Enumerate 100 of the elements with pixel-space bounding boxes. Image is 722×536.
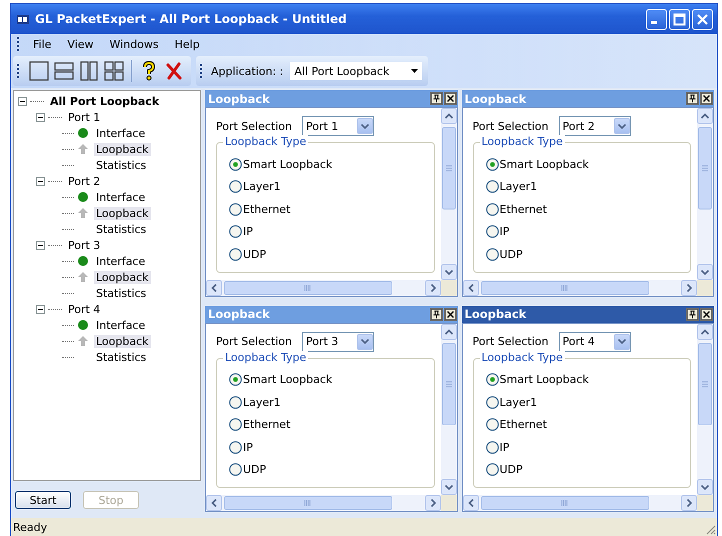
close-button[interactable]	[700, 308, 713, 320]
scroll-thumb[interactable]	[442, 127, 456, 210]
radio-button[interactable]	[486, 463, 498, 476]
radio-button[interactable]	[486, 180, 498, 194]
horizontal-scrollbar[interactable]	[206, 495, 440, 511]
collapse-icon[interactable]	[36, 240, 45, 250]
radio-button[interactable]	[229, 373, 242, 386]
scroll-down-button[interactable]	[697, 264, 713, 280]
collapse-icon[interactable]	[18, 96, 27, 106]
tree-item[interactable]: Interface	[94, 254, 148, 268]
radio-button[interactable]	[229, 418, 242, 432]
tree-item[interactable]: Loopback	[94, 206, 151, 220]
scroll-left-button[interactable]	[462, 495, 478, 511]
application-dropdown[interactable]: All Port Loopback	[290, 62, 422, 80]
scroll-down-button[interactable]	[440, 479, 456, 495]
tree-item[interactable]: Interface	[94, 126, 148, 140]
two-rows-layout-icon[interactable]	[53, 60, 75, 82]
port-dropdown[interactable]: Port 3	[302, 332, 374, 352]
close-button[interactable]	[700, 92, 713, 105]
tree-item[interactable]: All Port Loopback	[48, 94, 162, 108]
radio-button[interactable]	[229, 202, 242, 216]
two-columns-layout-icon[interactable]	[78, 60, 100, 82]
vertical-scrollbar[interactable]	[440, 324, 456, 495]
radio-button[interactable]	[229, 225, 242, 238]
menu-item[interactable]: Help	[166, 38, 208, 50]
scroll-up-button[interactable]	[440, 324, 456, 340]
radio-button[interactable]	[486, 202, 498, 216]
radio-button[interactable]	[229, 463, 242, 476]
single-layout-icon[interactable]	[28, 60, 50, 82]
menu-item[interactable]: View	[59, 38, 102, 50]
tree-item[interactable]: Port 1	[66, 110, 102, 124]
radio-button[interactable]	[229, 248, 242, 261]
tree-item[interactable]: Port 3	[66, 238, 102, 252]
scroll-left-button[interactable]	[206, 495, 222, 511]
tree-item[interactable]: Statistics	[94, 350, 148, 364]
scroll-up-button[interactable]	[440, 108, 456, 124]
collapse-icon[interactable]	[36, 304, 45, 314]
scroll-right-button[interactable]	[681, 280, 697, 296]
vertical-scrollbar[interactable]	[697, 324, 713, 495]
horizontal-scrollbar[interactable]	[206, 280, 440, 296]
horizontal-scrollbar[interactable]	[462, 280, 697, 296]
radio-button[interactable]	[486, 440, 498, 454]
radio-button[interactable]	[229, 158, 242, 171]
radio-button[interactable]	[486, 248, 498, 261]
radio-button[interactable]	[486, 418, 498, 432]
radio-button[interactable]	[229, 396, 242, 409]
scroll-up-button[interactable]	[697, 108, 713, 124]
scroll-right-button[interactable]	[424, 495, 440, 511]
scroll-right-button[interactable]	[681, 495, 697, 511]
vertical-scrollbar[interactable]	[697, 108, 713, 280]
vertical-scrollbar[interactable]	[440, 108, 456, 280]
pin-button[interactable]	[430, 308, 442, 320]
pin-button[interactable]	[686, 92, 699, 105]
scroll-thumb[interactable]	[480, 496, 649, 510]
scroll-thumb[interactable]	[698, 342, 712, 425]
port-dropdown[interactable]: Port 4	[558, 332, 630, 352]
tree-item[interactable]: Loopback	[94, 334, 151, 348]
scroll-up-button[interactable]	[697, 324, 713, 340]
close-button[interactable]	[444, 308, 456, 320]
horizontal-scrollbar[interactable]	[462, 495, 697, 511]
scroll-thumb[interactable]	[224, 280, 392, 294]
menu-item[interactable]: File	[25, 38, 60, 50]
grip-handle[interactable]	[17, 64, 19, 78]
minimize-button[interactable]	[646, 8, 667, 30]
radio-button[interactable]	[486, 373, 498, 386]
tree-item[interactable]: Port 4	[66, 302, 102, 316]
scroll-left-button[interactable]	[206, 280, 222, 296]
tree-item[interactable]: Loopback	[94, 270, 151, 284]
port-dropdown[interactable]: Port 1	[302, 116, 374, 136]
pin-button[interactable]	[430, 92, 442, 105]
start-button[interactable]: Start	[15, 491, 71, 509]
tree-item[interactable]: Port 2	[66, 174, 102, 188]
radio-button[interactable]	[486, 225, 498, 238]
tree-item[interactable]: Statistics	[94, 158, 148, 172]
radio-button[interactable]	[486, 158, 498, 171]
tree-item[interactable]: Statistics	[94, 222, 148, 236]
maximize-button[interactable]	[669, 8, 690, 30]
scroll-thumb[interactable]	[480, 280, 649, 294]
collapse-icon[interactable]	[36, 112, 45, 122]
close-button[interactable]	[444, 92, 456, 105]
radio-button[interactable]	[229, 440, 242, 454]
scroll-thumb[interactable]	[442, 342, 456, 425]
radio-button[interactable]	[486, 396, 498, 409]
menu-item[interactable]: Windows	[102, 38, 167, 50]
tree-item[interactable]: Statistics	[94, 286, 148, 300]
collapse-icon[interactable]	[36, 176, 45, 186]
tree-item[interactable]: Interface	[94, 318, 148, 332]
pin-button[interactable]	[686, 308, 699, 320]
scroll-thumb[interactable]	[224, 496, 392, 510]
scroll-down-button[interactable]	[440, 264, 456, 280]
tree-item[interactable]: Loopback	[94, 142, 151, 156]
grid-layout-icon[interactable]	[103, 60, 125, 82]
scroll-left-button[interactable]	[462, 280, 478, 296]
resize-grip-icon[interactable]	[704, 523, 716, 535]
port-dropdown[interactable]: Port 2	[558, 116, 630, 136]
radio-button[interactable]	[229, 180, 242, 194]
tree-item[interactable]: Interface	[94, 190, 148, 204]
scroll-thumb[interactable]	[698, 127, 712, 210]
grip-handle[interactable]	[17, 37, 19, 51]
scroll-down-button[interactable]	[697, 479, 713, 495]
